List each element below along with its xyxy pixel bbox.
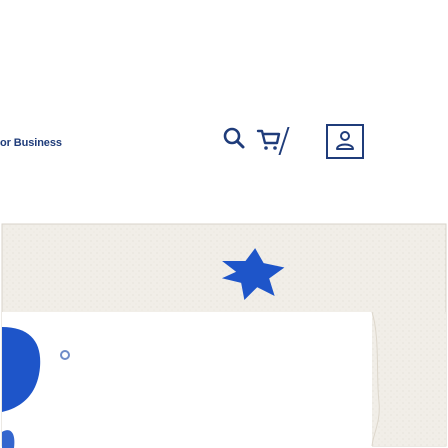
brand-logo-text[interactable]: or Business: [0, 137, 62, 149]
search-icon: [221, 125, 249, 156]
search-button[interactable]: [217, 122, 253, 158]
cart-button[interactable]: [251, 122, 287, 158]
hero-banner: [0, 222, 448, 448]
account-button[interactable]: [326, 124, 364, 159]
page: or Business: [0, 0, 448, 448]
header: or Business: [0, 0, 448, 222]
hero-illustration: [1, 223, 447, 448]
hero-white-panel: [2, 312, 372, 448]
account-icon: [334, 129, 356, 154]
